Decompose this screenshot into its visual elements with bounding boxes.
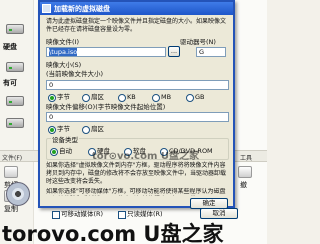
dialog-icon: [42, 4, 51, 13]
undo-icon[interactable]: [238, 166, 252, 178]
dvd-disc-icon: [6, 182, 30, 206]
unit-kb-radio[interactable]: KB: [118, 93, 136, 102]
menu-file[interactable]: 文件(F): [2, 153, 22, 162]
size-hint: (当前映像文件大小): [46, 70, 104, 78]
dvd-drive-icon[interactable]: [6, 96, 24, 106]
offset-input[interactable]: 0: [46, 112, 229, 122]
watermark-bottom: torovo.com U盘之家: [2, 222, 224, 244]
browse-button[interactable]: ...: [168, 46, 180, 57]
dialog-title: 加载新的虚拟磁盘: [54, 5, 110, 13]
memory-note: 如果你选择"虚拟映像文件到内存"方框，驱动程序将将映像文件内容拷贝到内存中，磁盘…: [46, 162, 227, 185]
image-file-input[interactable]: \tupa.iso: [46, 47, 166, 57]
drive-number-label: 驱动器号(N): [180, 38, 216, 46]
device-auto-radio[interactable]: 自动: [50, 147, 72, 156]
device-type-label: 设备类型: [51, 134, 79, 144]
dialog-intro: 请为此虚拟磁盘指定一个映像文件并且指定磁盘的大小。如果映像文件已经存在请将磁盘容…: [46, 18, 227, 33]
toolbar-undo[interactable]: 撤: [240, 180, 247, 190]
removable-note: 如果你选择"可移动媒体"方框，可移动功能将使得某些程序认为磁盘已经被移除和重新插…: [46, 188, 226, 195]
watermark-mid: tor⊙vo.com U盘之家: [92, 151, 199, 162]
unit-mb-radio[interactable]: MB: [152, 93, 171, 102]
removable-media-checkbox[interactable]: 可移动媒体(R): [52, 210, 103, 219]
unit-sectors-radio[interactable]: 扇区: [82, 93, 104, 102]
size-label: 映像大小(S): [46, 61, 82, 69]
offset-sectors-radio[interactable]: 扇区: [82, 125, 104, 134]
cut-icon[interactable]: [4, 166, 18, 178]
offset-label: 映像文件偏移(O)(字节映像文件起始位置): [46, 103, 166, 111]
size-input[interactable]: 0: [46, 80, 229, 90]
readonly-media-checkbox[interactable]: 只读媒体(R): [118, 210, 163, 219]
drive-icon[interactable]: [6, 62, 24, 72]
hard-drive-label: 硬盘: [3, 43, 17, 51]
unit-gb-radio[interactable]: GB: [186, 93, 205, 102]
drive-number-input[interactable]: G: [196, 47, 226, 57]
offset-bytes-radio[interactable]: 字节: [48, 125, 70, 134]
dialog-titlebar[interactable]: 加载新的虚拟磁盘: [40, 2, 233, 15]
image-file-label: 映像文件(I): [46, 38, 79, 46]
unit-bytes-radio[interactable]: 字节: [48, 93, 70, 102]
hard-drive-icon[interactable]: [6, 24, 24, 34]
mount-disk-dialog: 加载新的虚拟磁盘 请为此虚拟磁盘指定一个映像文件并且指定磁盘的大小。如果映像文件…: [38, 0, 235, 209]
menu-tools[interactable]: 工具: [240, 153, 252, 162]
removable-drive-icon[interactable]: [6, 118, 24, 128]
removable-drive-label: 有可: [3, 79, 17, 87]
